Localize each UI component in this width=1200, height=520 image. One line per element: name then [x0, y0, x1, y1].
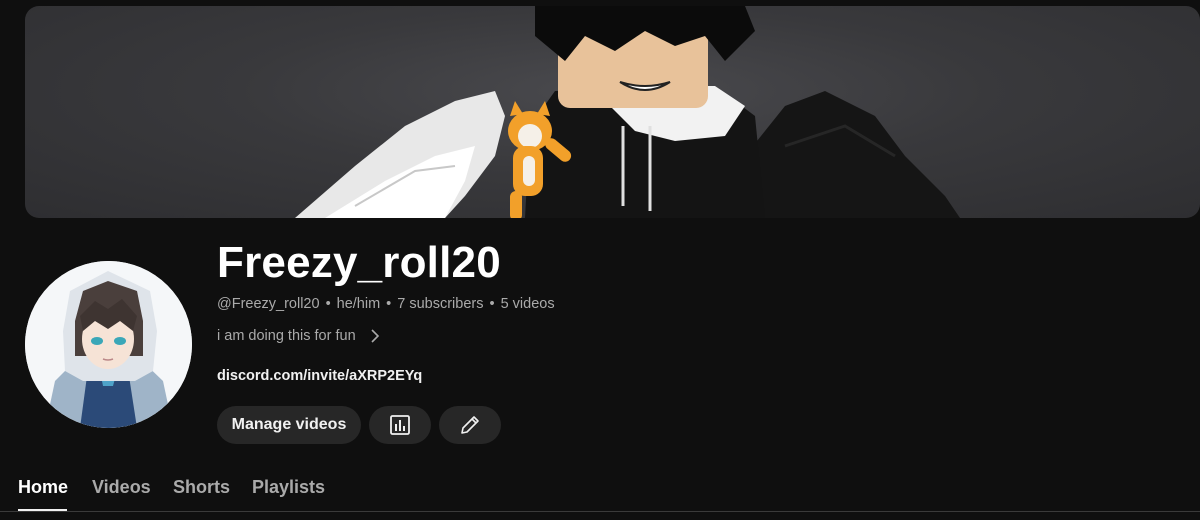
- channel-pronouns: he/him: [336, 296, 381, 312]
- tabs-divider: [0, 511, 1200, 512]
- chevron-right-icon: [371, 329, 379, 343]
- channel-meta: @Freezy_roll20 • he/him • 7 subscribers • 5 vi…: [217, 296, 555, 312]
- tab-playlists[interactable]: Playlists: [252, 477, 325, 498]
- description-text: i am doing this for fun: [217, 328, 356, 344]
- tab-videos[interactable]: Videos: [92, 477, 151, 498]
- separator: •: [386, 296, 392, 312]
- channel-tabs: Home Videos Shorts Playlists: [0, 470, 1200, 520]
- channel-handle: @Freezy_roll20: [217, 296, 320, 312]
- channel-description[interactable]: i am doing this for fun: [217, 328, 380, 344]
- manage-videos-button[interactable]: Manage videos: [217, 406, 361, 444]
- analytics-icon: [390, 415, 410, 435]
- separator: •: [325, 296, 331, 312]
- pencil-icon: [461, 416, 479, 434]
- tab-home[interactable]: Home: [18, 477, 68, 498]
- edit-button[interactable]: [439, 406, 501, 444]
- analytics-button[interactable]: [369, 406, 431, 444]
- separator: •: [489, 296, 495, 312]
- channel-avatar[interactable]: [25, 261, 192, 428]
- channel-banner: [25, 6, 1200, 218]
- channel-link[interactable]: discord.com/invite/aXRP2EYq: [217, 368, 422, 384]
- avatar-image: [25, 261, 192, 428]
- subscriber-count: 7 subscribers: [397, 296, 484, 312]
- channel-name: Freezy_roll20: [217, 238, 501, 287]
- video-count: 5 videos: [500, 296, 555, 312]
- banner-image: [295, 6, 960, 218]
- tab-shorts[interactable]: Shorts: [173, 477, 230, 498]
